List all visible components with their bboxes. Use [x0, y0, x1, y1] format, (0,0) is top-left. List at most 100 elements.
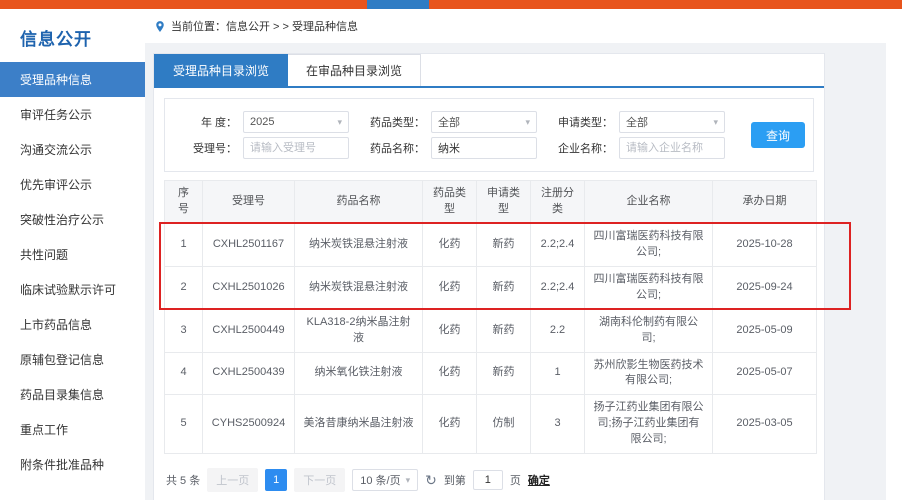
- table-row-4[interactable]: 4 CXHL2500439 纳米氧化铁注射液 化药 新药 1 苏州欣影生物医药技…: [165, 352, 817, 395]
- sidebar-item-review-tasks[interactable]: 审评任务公示: [0, 97, 145, 132]
- cell-date: 2025-10-28: [713, 223, 817, 266]
- cell-index: 4: [165, 352, 203, 395]
- cell-register-class: 3: [531, 395, 585, 454]
- col-header-index: 序号: [165, 181, 203, 224]
- sidebar-item-marketed-drugs[interactable]: 上市药品信息: [0, 307, 145, 342]
- year-select[interactable]: 2025 ▾: [243, 111, 349, 133]
- cell-drug-type: 化药: [423, 395, 477, 454]
- col-header-apply-type: 申请类型: [477, 181, 531, 224]
- col-header-date: 承办日期: [713, 181, 817, 224]
- drug-type-select[interactable]: 全部 ▾: [431, 111, 537, 133]
- page-layout: 信息公开 受理品种信息 审评任务公示 沟通交流公示 优先审评公示 突破性治疗公示…: [0, 9, 902, 500]
- cell-company: 苏州欣影生物医药技术有限公司;: [585, 352, 713, 395]
- cell-company: 四川富瑞医药科技有限公司;: [585, 223, 713, 266]
- filter-row-2: 受理号： 药品名称： 企业名称：: [173, 137, 745, 159]
- sidebar-item-drug-catalog[interactable]: 药品目录集信息: [0, 377, 145, 412]
- location-pin-icon: [155, 20, 165, 33]
- main-area: 当前位置：信息公开 > > 受理品种信息 受理品种目录浏览 在审品种目录浏览 年…: [145, 9, 886, 500]
- cell-drug-type: 化药: [423, 352, 477, 395]
- sidebar-item-excipient-registration[interactable]: 原辅包登记信息: [0, 342, 145, 377]
- year-select-value: 2025: [250, 116, 274, 128]
- search-button[interactable]: 查询: [751, 122, 805, 148]
- sidebar-item-key-work[interactable]: 重点工作: [0, 412, 145, 447]
- cell-date: 2025-05-09: [713, 309, 817, 352]
- acceptance-no-label: 受理号：: [173, 140, 237, 156]
- table-row-3[interactable]: 3 CXHL2500449 KLA318-2纳米晶注射液 化药 新药 2.2 湖…: [165, 309, 817, 352]
- next-page-button[interactable]: 下一页: [294, 468, 345, 492]
- page-number-1[interactable]: 1: [265, 469, 287, 491]
- sidebar-item-common-issues[interactable]: 共性问题: [0, 237, 145, 272]
- tab-under-review-catalog[interactable]: 在审品种目录浏览: [288, 54, 421, 86]
- cell-apply-type: 新药: [477, 309, 531, 352]
- top-banner: [0, 0, 902, 9]
- cell-acceptance-no: CXHL2500439: [203, 352, 295, 395]
- apply-type-select-value: 全部: [626, 114, 648, 130]
- filter-group-drug-name: 药品名称：: [361, 137, 537, 159]
- cell-index: 2: [165, 266, 203, 309]
- filter-panel: 年 度： 2025 ▾ 药品类型： 全部 ▾: [164, 98, 814, 172]
- col-header-drug-type: 药品类型: [423, 181, 477, 224]
- cell-drug-name: 纳米氧化铁注射液: [295, 352, 423, 395]
- cell-company: 四川富瑞医药科技有限公司;: [585, 266, 713, 309]
- cell-drug-name: 纳米炭铁混悬注射液: [295, 223, 423, 266]
- page-size-value: 10 条/页: [360, 472, 400, 488]
- sidebar-item-accepted-varieties[interactable]: 受理品种信息: [0, 62, 145, 97]
- col-header-company: 企业名称: [585, 181, 713, 224]
- drug-name-input[interactable]: [431, 137, 537, 159]
- company-input[interactable]: [619, 137, 725, 159]
- top-banner-accent: [367, 0, 429, 9]
- sidebar-item-clinical-trial-implied-license[interactable]: 临床试验默示许可: [0, 272, 145, 307]
- table-row-1[interactable]: 1 CXHL2501167 纳米炭铁混悬注射液 化药 新药 2.2;2.4 四川…: [165, 223, 817, 266]
- sidebar-item-breakthrough-therapy[interactable]: 突破性治疗公示: [0, 202, 145, 237]
- pagination-bar: 共 5 条 上一页 1 下一页 10 条/页 ▾ ↻ 到第 页 确定: [166, 468, 814, 492]
- cell-drug-name: 纳米炭铁混悬注射液: [295, 266, 423, 309]
- sidebar-item-conditional-approval[interactable]: 附条件批准品种: [0, 447, 145, 482]
- chevron-down-icon: ▾: [406, 475, 411, 486]
- cell-index: 1: [165, 223, 203, 266]
- breadcrumb-text: 当前位置：信息公开 > > 受理品种信息: [171, 18, 358, 34]
- drug-name-label: 药品名称：: [361, 140, 425, 156]
- cell-register-class: 2.2;2.4: [531, 266, 585, 309]
- page-size-select[interactable]: 10 条/页 ▾: [352, 469, 418, 491]
- cell-apply-type: 新药: [477, 352, 531, 395]
- sidebar-item-priority-review[interactable]: 优先审评公示: [0, 167, 145, 202]
- refresh-icon[interactable]: ↻: [425, 473, 437, 487]
- prev-page-button[interactable]: 上一页: [207, 468, 258, 492]
- cell-date: 2025-03-05: [713, 395, 817, 454]
- filter-group-company: 企业名称：: [549, 137, 725, 159]
- cell-drug-type: 化药: [423, 223, 477, 266]
- col-header-register-class: 注册分类: [531, 181, 585, 224]
- cell-apply-type: 新药: [477, 266, 531, 309]
- cell-acceptance-no: CXHL2501167: [203, 223, 295, 266]
- cell-company: 湖南科伦制药有限公司;: [585, 309, 713, 352]
- cell-apply-type: 仿制: [477, 395, 531, 454]
- acceptance-no-input[interactable]: [243, 137, 349, 159]
- content-card: 受理品种目录浏览 在审品种目录浏览 年 度： 2025 ▾: [153, 53, 825, 500]
- table-row-5[interactable]: 5 CYHS2500924 美洛昔康纳米晶注射液 化药 仿制 3 扬子江药业集团…: [165, 395, 817, 454]
- chevron-down-icon: ▾: [525, 117, 530, 128]
- tab-accepted-catalog[interactable]: 受理品种目录浏览: [154, 54, 288, 86]
- cell-register-class: 2.2: [531, 309, 585, 352]
- filter-rows: 年 度： 2025 ▾ 药品类型： 全部 ▾: [173, 107, 745, 163]
- drug-type-select-value: 全部: [438, 114, 460, 130]
- sidebar: 信息公开 受理品种信息 审评任务公示 沟通交流公示 优先审评公示 突破性治疗公示…: [0, 9, 145, 500]
- apply-type-select[interactable]: 全部 ▾: [619, 111, 725, 133]
- goto-unit: 页: [510, 472, 521, 488]
- company-label: 企业名称：: [549, 140, 613, 156]
- cell-acceptance-no: CXHL2501026: [203, 266, 295, 309]
- filter-row-1: 年 度： 2025 ▾ 药品类型： 全部 ▾: [173, 111, 745, 133]
- sidebar-item-communication[interactable]: 沟通交流公示: [0, 132, 145, 167]
- goto-page-input[interactable]: [473, 470, 503, 490]
- cell-company: 扬子江药业集团有限公司;扬子江药业集团有限公司;: [585, 395, 713, 454]
- pagination-total: 共 5 条: [166, 472, 200, 488]
- col-header-drug-name: 药品名称: [295, 181, 423, 224]
- cell-drug-type: 化药: [423, 266, 477, 309]
- cell-register-class: 2.2;2.4: [531, 223, 585, 266]
- confirm-button[interactable]: 确定: [528, 472, 550, 488]
- table-row-2[interactable]: 2 CXHL2501026 纳米炭铁混悬注射液 化药 新药 2.2;2.4 四川…: [165, 266, 817, 309]
- cell-drug-name: 美洛昔康纳米晶注射液: [295, 395, 423, 454]
- goto-label: 到第: [444, 472, 466, 488]
- tab-bar: 受理品种目录浏览 在审品种目录浏览: [154, 54, 824, 88]
- cell-date: 2025-05-07: [713, 352, 817, 395]
- filter-group-acceptance-no: 受理号：: [173, 137, 349, 159]
